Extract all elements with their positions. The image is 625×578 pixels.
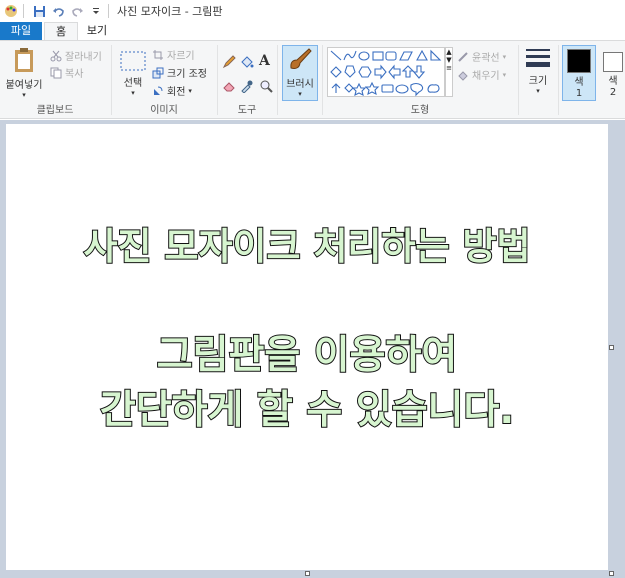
- paint-app-icon[interactable]: [3, 3, 19, 19]
- canvas-text-line: 간단하게 할 수 있습니다.: [99, 387, 515, 434]
- tab-home[interactable]: 홈: [44, 22, 78, 40]
- resize-button[interactable]: 크기 조정: [152, 65, 207, 80]
- paste-label: 붙여넣기: [5, 80, 43, 91]
- clipboard-group-label: 클립보드: [36, 105, 74, 116]
- rotate-icon: [154, 86, 163, 95]
- chevron-down-icon: ▾: [22, 91, 26, 99]
- rotate-label: 회전: [167, 87, 186, 98]
- brushes-group: 브러시 ▾: [280, 41, 320, 119]
- redo-icon[interactable]: [69, 3, 85, 19]
- select-button[interactable]: 선택 ▾: [116, 51, 150, 97]
- color2-button[interactable]: 색 2: [600, 45, 625, 101]
- resize-label: 크기 조정: [167, 69, 207, 80]
- window-title: 사진 모자이크 - 그림판: [117, 5, 223, 18]
- brushes-label: 브러시: [286, 79, 314, 90]
- outline-icon: [458, 51, 468, 62]
- rotate-button[interactable]: 회전 ▾: [152, 83, 192, 98]
- shapes-gallery[interactable]: [327, 47, 445, 97]
- resize-handle-bottom[interactable]: [305, 571, 310, 576]
- divider: [108, 4, 109, 18]
- ribbon: 붙여넣기 ▾ 잘라내기 복사 클립보드 선택 ▾ 자르기 크기 조정 회전 ▾ …: [0, 40, 625, 119]
- chevron-down-icon: ▾: [131, 89, 135, 97]
- brush-icon: [290, 48, 312, 69]
- colors-group: 색 1 색 2: [560, 41, 625, 119]
- line-size-icon: [526, 49, 550, 67]
- select-rect-icon: [120, 51, 146, 71]
- tools-group-label: 도구: [237, 105, 257, 116]
- chevron-down-icon: ▾: [502, 52, 507, 61]
- color2-number: 2: [609, 87, 617, 98]
- fill-bucket-icon: [241, 56, 254, 68]
- copy-button[interactable]: 복사: [50, 65, 83, 80]
- shapes-group: ▲ ▼ ≡ 윤곽선 ▾ 채우기 ▾ 도형: [323, 41, 517, 119]
- size-button[interactable]: 크기 ▾: [522, 47, 554, 95]
- color1-label: 색: [574, 77, 584, 88]
- color2-label: 색: [608, 76, 618, 87]
- canvas-area[interactable]: 사진 모자이크 처리하는 방법 그림판을 이용하여 간단하게 할 수 있습니다.: [0, 120, 625, 578]
- copy-label: 복사: [65, 69, 84, 80]
- size-label: 크기: [528, 76, 548, 87]
- group-divider: [277, 45, 278, 115]
- chevron-down-icon: ▾: [502, 70, 507, 79]
- color-picker-button[interactable]: [240, 79, 254, 93]
- color1-swatch: [567, 49, 591, 73]
- magnifier-icon: [260, 80, 273, 93]
- text-tool-icon[interactable]: A: [259, 53, 270, 69]
- fill-button[interactable]: [240, 55, 254, 69]
- chevron-down-icon: ▾: [188, 86, 192, 95]
- color1-number: 1: [575, 88, 583, 99]
- eraser-icon: [223, 82, 235, 92]
- fill-shape-icon: [458, 70, 468, 81]
- brushes-button[interactable]: 브러시 ▾: [282, 45, 318, 101]
- crop-label: 자르기: [167, 51, 195, 62]
- color2-swatch: [603, 52, 623, 72]
- resize-handle-right[interactable]: [609, 345, 614, 350]
- canvas-text-line: 사진 모자이크 처리하는 방법: [82, 224, 531, 269]
- clipboard-group: 붙여넣기 ▾ 잘라내기 복사 클립보드: [0, 41, 110, 119]
- resize-icon: [152, 67, 164, 78]
- magnifier-button[interactable]: [259, 79, 273, 93]
- size-group: 크기 ▾: [519, 41, 557, 119]
- paste-button[interactable]: 붙여넣기 ▾: [2, 47, 46, 99]
- canvas-text-line: 그림판을 이용하여: [156, 332, 459, 379]
- ribbon-tabs: 파일 홈 보기: [0, 22, 625, 40]
- customize-quick-access-icon[interactable]: [88, 3, 104, 19]
- save-icon[interactable]: [31, 3, 47, 19]
- title-bar: 사진 모자이크 - 그림판: [0, 0, 625, 22]
- outline-label: 윤곽선: [472, 53, 500, 64]
- outline-button[interactable]: 윤곽선 ▾: [457, 49, 506, 64]
- cut-label: 잘라내기: [65, 52, 102, 63]
- undo-icon[interactable]: [50, 3, 66, 19]
- fill-shape-button[interactable]: 채우기 ▾: [457, 67, 506, 82]
- crop-icon: [153, 49, 163, 60]
- paste-icon: [15, 48, 33, 72]
- scissors-icon: [50, 50, 62, 61]
- group-divider: [558, 45, 559, 115]
- drawing-canvas[interactable]: 사진 모자이크 처리하는 방법 그림판을 이용하여 간단하게 할 수 있습니다.: [6, 124, 608, 570]
- chevron-down-icon: ▾: [536, 87, 540, 95]
- tools-group: A 도구: [218, 41, 276, 119]
- select-label: 선택: [123, 78, 143, 89]
- image-group: 선택 ▾ 자르기 크기 조정 회전 ▾ 이미지: [112, 41, 216, 119]
- crop-button[interactable]: 자르기: [152, 47, 195, 62]
- copy-icon: [50, 67, 62, 78]
- shapes-scroll[interactable]: ▲ ▼ ≡: [445, 47, 453, 97]
- tab-file[interactable]: 파일: [0, 22, 42, 40]
- image-group-label: 이미지: [150, 105, 178, 116]
- cut-button[interactable]: 잘라내기: [50, 48, 102, 63]
- resize-handle-corner[interactable]: [609, 571, 614, 576]
- divider: [23, 4, 24, 18]
- shapes-gallery-icons: [330, 49, 442, 97]
- color1-button[interactable]: 색 1: [562, 45, 596, 101]
- eraser-button[interactable]: [222, 79, 236, 93]
- chevron-down-icon: ▾: [298, 90, 302, 98]
- tab-view[interactable]: 보기: [80, 22, 114, 40]
- eyedropper-icon: [241, 80, 253, 93]
- fill-shape-label: 채우기: [472, 71, 500, 82]
- pencil-button[interactable]: [222, 55, 236, 69]
- pencil-icon: [222, 55, 236, 69]
- shapes-group-label: 도형: [410, 105, 430, 116]
